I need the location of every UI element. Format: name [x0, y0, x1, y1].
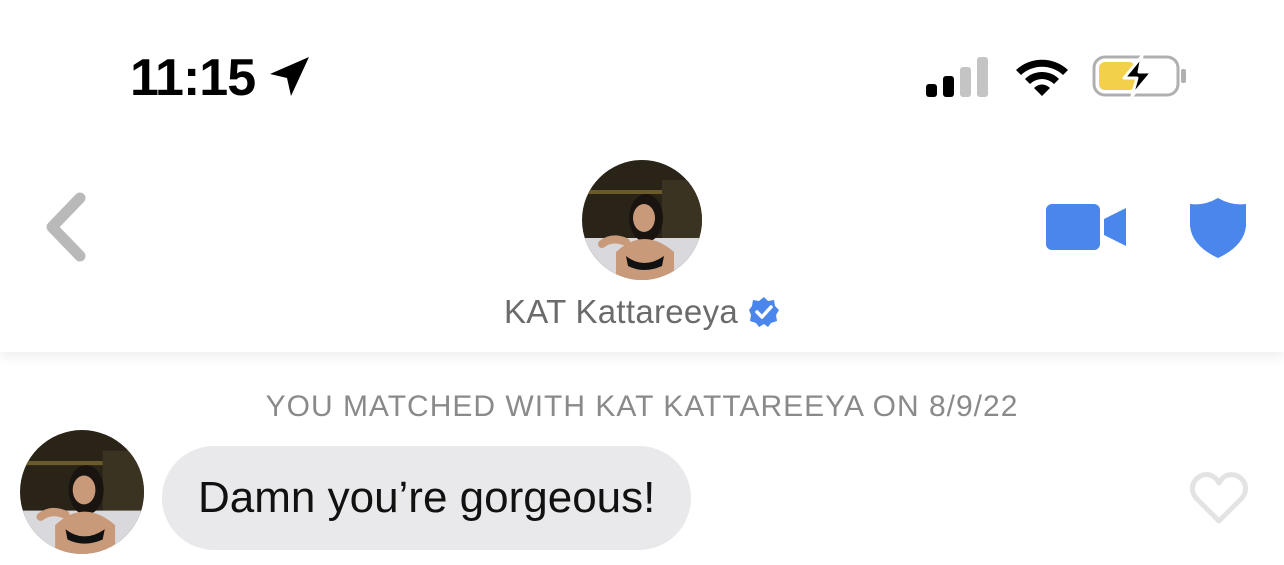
verified-badge-icon [749, 297, 780, 327]
profile-name-row[interactable]: KAT Kattareeya [0, 292, 1284, 332]
chevron-left-icon[interactable] [40, 190, 94, 264]
video-camera-icon[interactable] [1046, 202, 1128, 252]
avatar-photo [20, 430, 144, 554]
chat-header: KAT Kattareeya [0, 140, 1284, 352]
message-text: Damn you’re gorgeous! [198, 473, 656, 522]
profile-name: KAT Kattareeya [503, 293, 739, 330]
wifi-icon [1016, 59, 1068, 96]
message-avatar[interactable] [20, 430, 144, 554]
cellular-signal-icon [926, 57, 988, 97]
status-time: 11:15 [130, 49, 256, 107]
match-notice: YOU MATCHED WITH KAT KATTAREEYA ON 8/9/2… [265, 390, 1019, 423]
location-arrow-icon [270, 57, 309, 96]
message-bubble[interactable]: Damn you’re gorgeous! [162, 446, 692, 550]
chat-screen: 11:15 KAT Kattareeya YOU MATCHED WITH KA… [0, 0, 1284, 565]
profile-avatar[interactable] [582, 160, 702, 280]
avatar-photo [582, 160, 702, 280]
heart-outline-icon[interactable] [1188, 470, 1250, 526]
battery-charging-icon [1092, 54, 1186, 98]
shield-icon[interactable] [1188, 196, 1248, 260]
